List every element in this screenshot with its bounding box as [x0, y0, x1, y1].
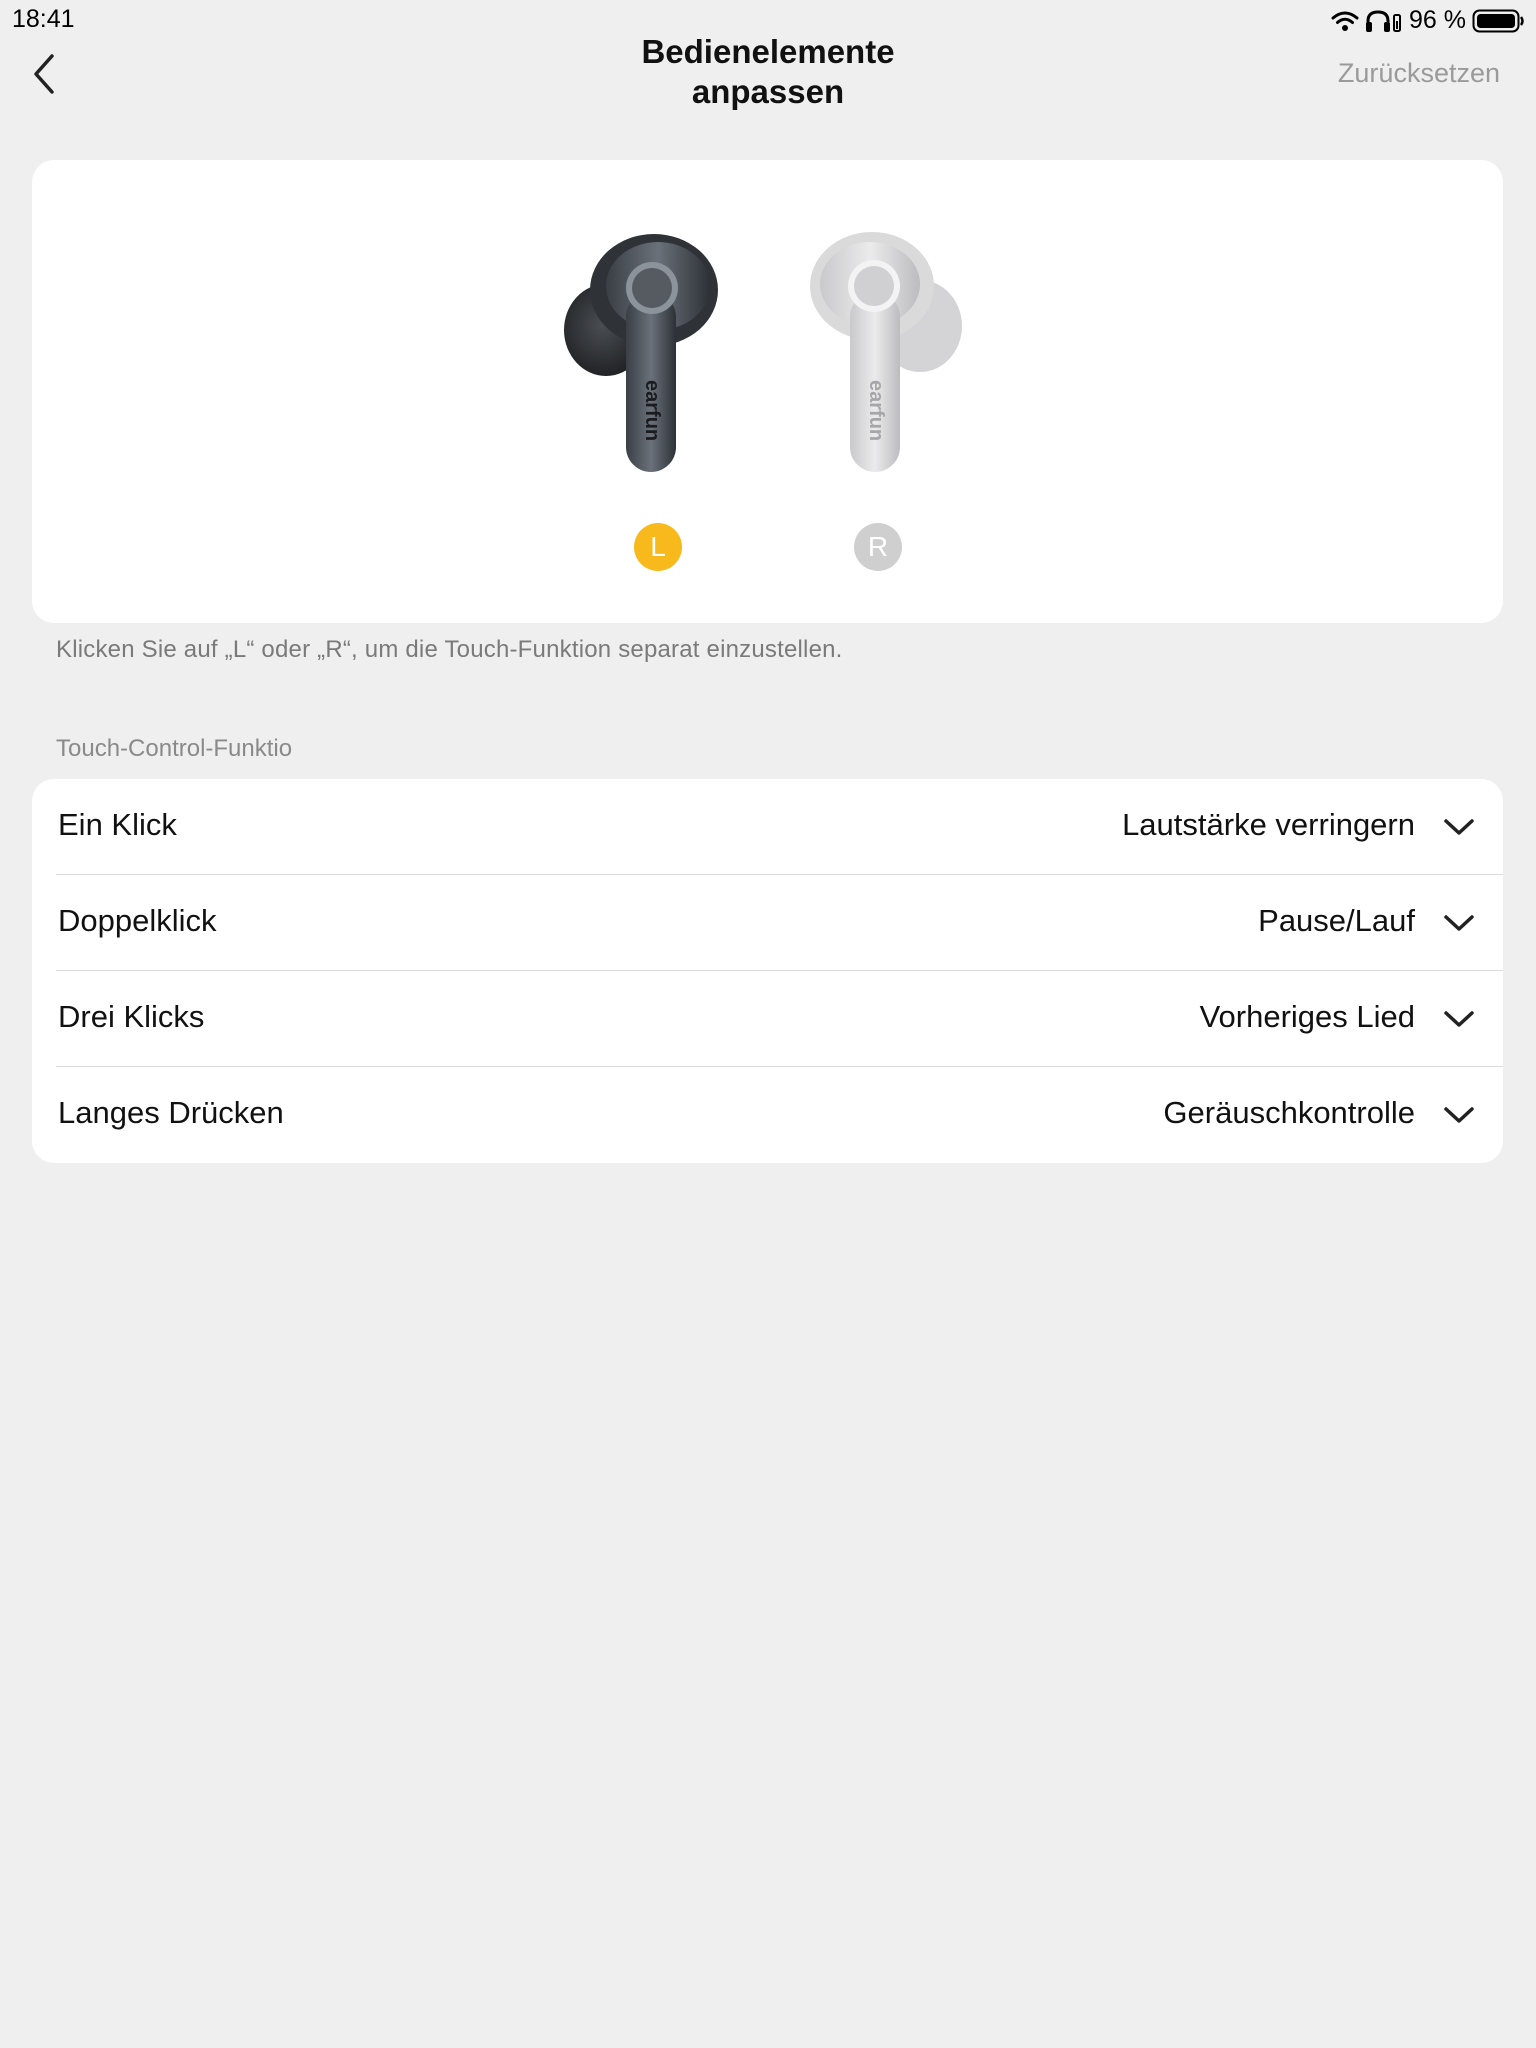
control-label: Drei Klicks [58, 999, 205, 1034]
brand-logo-left: earfun [641, 380, 663, 441]
control-value: Pause/Lauf [1258, 903, 1415, 938]
chevron-down-icon [1443, 813, 1475, 841]
brand-logo-right: earfun [865, 380, 887, 441]
control-row-long-press[interactable]: Langes Drücken Geräuschkontrolle [32, 1067, 1503, 1163]
back-button[interactable] [26, 52, 66, 96]
control-value: Lautstärke verringern [1122, 807, 1415, 842]
reset-button[interactable]: Zurücksetzen [1338, 58, 1500, 89]
page-title-line1: Bedienelemente [641, 33, 895, 70]
navigation-bar: Bedienelemente anpassen Zurücksetzen [0, 30, 1536, 120]
page-title: Bedienelemente anpassen [568, 32, 968, 112]
control-row-single-click[interactable]: Ein Klick Lautstärke verringern [32, 779, 1503, 875]
earbuds-card: earfun earfun L R [32, 160, 1503, 623]
control-row-double-click[interactable]: Doppelklick Pause/Lauf [32, 875, 1503, 971]
touch-controls-list: Ein Klick Lautstärke verringern Doppelkl… [32, 779, 1503, 1163]
section-label: Touch-Control-Funktio [56, 735, 293, 762]
control-value: Vorheriges Lied [1199, 999, 1415, 1034]
wifi-icon [1331, 10, 1359, 32]
control-label: Doppelklick [58, 903, 217, 938]
chevron-left-icon [26, 54, 66, 100]
control-label: Langes Drücken [58, 1095, 284, 1130]
left-earbud-image[interactable]: earfun [554, 230, 724, 490]
chevron-down-icon [1443, 909, 1475, 937]
left-earbud-selector[interactable]: L [634, 523, 682, 571]
chevron-down-icon [1443, 1005, 1475, 1033]
right-earbud-image[interactable]: earfun [802, 230, 972, 490]
page-title-line2: anpassen [691, 73, 845, 110]
headphones-icon [1365, 9, 1403, 33]
hint-text: Klicken Sie auf „L“ oder „R“, um die Tou… [56, 636, 843, 663]
control-label: Ein Klick [58, 807, 177, 842]
chevron-down-icon [1443, 1101, 1475, 1129]
control-row-triple-click[interactable]: Drei Klicks Vorheriges Lied [32, 971, 1503, 1067]
control-value: Geräuschkontrolle [1163, 1095, 1415, 1130]
right-earbud-selector[interactable]: R [854, 523, 902, 571]
